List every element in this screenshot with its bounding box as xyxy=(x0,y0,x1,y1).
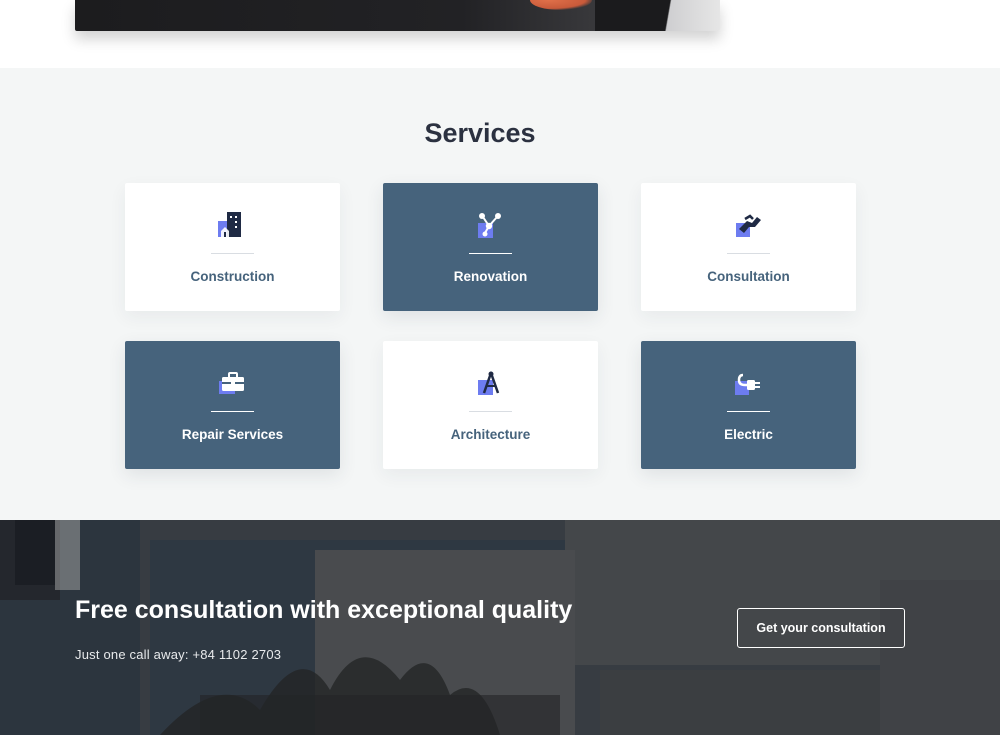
services-title: Services xyxy=(424,118,536,148)
service-card-architecture[interactable]: Architecture xyxy=(383,341,598,469)
get-consultation-button[interactable]: Get your consultation xyxy=(737,608,905,648)
card-divider xyxy=(469,411,512,412)
power-plug-icon xyxy=(735,373,760,395)
card-divider xyxy=(211,253,254,254)
banner-phone-text: Just one call away: +84 1102 2703 xyxy=(75,647,282,662)
toolbox-icon xyxy=(219,372,244,394)
consultation-banner: Free consultation with exceptional quali… xyxy=(0,520,1000,735)
service-card-consultation[interactable]: Consultation xyxy=(641,183,856,311)
service-card-construction[interactable]: Construction xyxy=(125,183,340,311)
service-label: Repair Services xyxy=(181,427,284,442)
service-label: Renovation xyxy=(453,269,528,284)
card-divider xyxy=(469,253,512,254)
hero-sleeve-detail xyxy=(595,0,715,31)
service-card-electric[interactable]: Electric xyxy=(641,341,856,469)
service-label: Construction xyxy=(190,269,275,284)
card-divider xyxy=(211,411,254,412)
hero-image xyxy=(75,0,720,31)
card-divider xyxy=(727,411,770,412)
page-bottom-strip xyxy=(0,735,1000,750)
compass-tool-icon xyxy=(478,371,500,395)
handshake-icon xyxy=(736,214,761,237)
banner-heading: Free consultation with exceptional quali… xyxy=(75,596,573,624)
hero-hand-detail xyxy=(530,0,592,10)
network-nodes-icon xyxy=(478,213,501,238)
service-label: Architecture xyxy=(450,427,531,442)
building-icon xyxy=(218,212,241,237)
service-label: Electric xyxy=(724,427,773,442)
service-card-repair-services[interactable]: Repair Services xyxy=(125,341,340,469)
service-card-renovation[interactable]: Renovation xyxy=(383,183,598,311)
service-label: Consultation xyxy=(707,269,790,284)
card-divider xyxy=(727,253,770,254)
services-section: Services Construction Renovation Consult… xyxy=(0,68,1000,520)
